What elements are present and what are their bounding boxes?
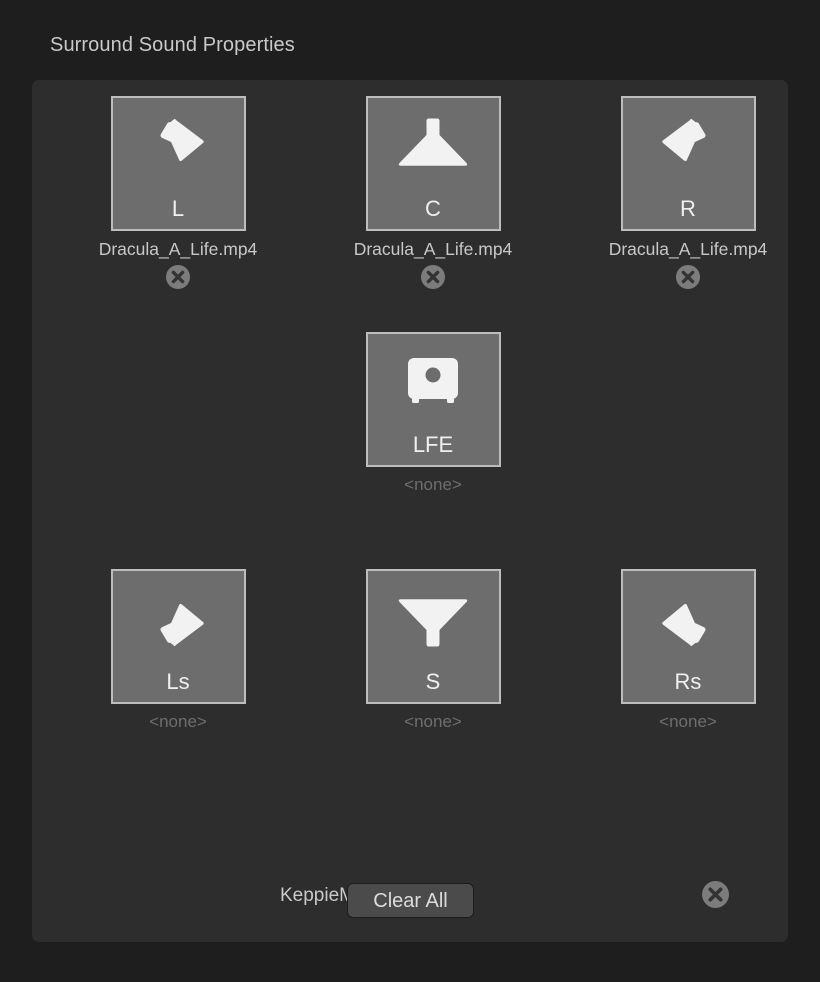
channel-file-name: <none> [343,475,523,495]
channel-slot-left[interactable]: L Dracula_A_Life.mp4 [88,96,268,290]
channel-slot-center[interactable]: C Dracula_A_Life.mp4 [343,96,523,290]
speaker-cone-left-icon [113,106,244,186]
channel-label: S [368,671,499,693]
speaker-cone-left-surround-icon [113,579,244,659]
channel-slot-right-surround[interactable]: Rs <none> [598,569,778,732]
channel-slot-right[interactable]: R Dracula_A_Life.mp4 [598,96,778,290]
channel-label: C [368,198,499,220]
clear-channel-icon[interactable] [675,264,701,290]
channel-tile-left[interactable]: L [111,96,246,231]
channel-file-name: <none> [598,712,778,732]
channel-label: R [623,198,754,220]
channel-file-name: Dracula_A_Life.mp4 [343,239,523,260]
channel-tile-center[interactable]: C [366,96,501,231]
channel-file-name: Dracula_A_Life.mp4 [598,239,778,260]
channel-file-name: Dracula_A_Life.mp4 [88,239,268,260]
channel-label: LFE [368,434,499,456]
surround-sound-panel: L Dracula_A_Life.mp4 C Dracula_A_Life.mp… [32,80,788,942]
channel-tile-right[interactable]: R [621,96,756,231]
clear-channel-icon[interactable] [165,264,191,290]
channel-tile-right-surround[interactable]: Rs [621,569,756,704]
speaker-cone-right-icon [623,106,754,186]
channel-file-name: <none> [343,712,523,732]
channel-label: Ls [113,671,244,693]
speaker-cone-surround-icon [368,579,499,659]
subwoofer-icon [368,342,499,422]
clear-channel-icon[interactable] [420,264,446,290]
channel-slot-lfe[interactable]: LFE <none> [343,332,523,495]
channel-tile-lfe[interactable]: LFE [366,332,501,467]
channel-file-name: <none> [88,712,268,732]
channel-slot-surround[interactable]: S <none> [343,569,523,732]
page-title: Surround Sound Properties [50,34,295,57]
speaker-cone-right-surround-icon [623,579,754,659]
channel-label: Rs [623,671,754,693]
clear-all-button[interactable]: Clear All [347,883,474,918]
channel-label: L [113,198,244,220]
channel-slot-left-surround[interactable]: Ls <none> [88,569,268,732]
speaker-cone-center-icon [368,106,499,186]
channel-tile-surround[interactable]: S [366,569,501,704]
surround-sound-properties-window: Surround Sound Properties L Dracula_A_Li… [0,0,820,982]
clear-file-icon[interactable] [701,880,730,909]
channel-tile-left-surround[interactable]: Ls [111,569,246,704]
